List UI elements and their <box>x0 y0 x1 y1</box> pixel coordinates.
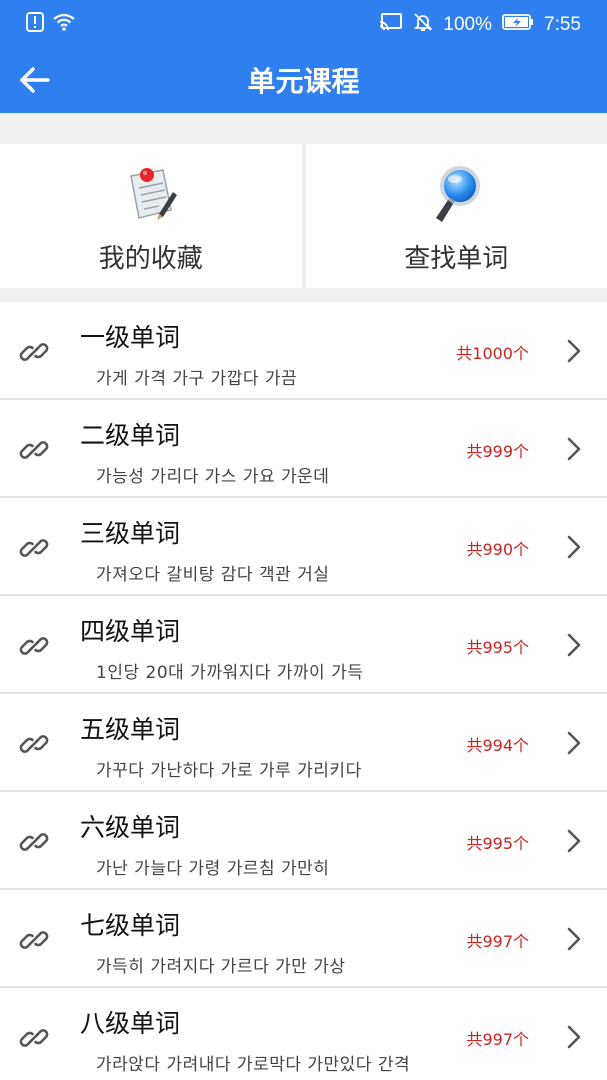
link-icon <box>19 931 49 949</box>
level-row-2[interactable]: 二级单词 가능성 가리다 가스 가요 가운데 共999个 <box>0 400 607 498</box>
clock: 7:55 <box>544 13 581 35</box>
title-bar: 单元课程 <box>0 46 607 113</box>
battery-icon <box>502 13 534 36</box>
level-sample-words: 가져오다 갈비탕 감다 객관 거실 <box>96 565 330 585</box>
level-word-count: 共995个 <box>466 834 529 853</box>
chevron-right-icon <box>567 1025 581 1049</box>
chevron-right-icon <box>567 829 581 853</box>
favorites-button[interactable]: 我的收藏 <box>0 144 302 288</box>
chevron-right-icon <box>567 437 581 461</box>
level-row-8[interactable]: 八级单词 가라앉다 가려내다 가로막다 가만있다 간격 共997个 <box>0 988 607 1080</box>
level-row-7[interactable]: 七级单词 가득히 가려지다 가르다 가만 가상 共997个 <box>0 890 607 988</box>
quick-actions: 我的收藏 查找单词 <box>0 144 607 288</box>
link-icon <box>19 1029 49 1047</box>
battery-percent: 100% <box>443 13 493 35</box>
app-header: 100% 7:55 单元课程 <box>0 0 607 113</box>
magnifier-icon <box>424 162 488 226</box>
status-bar: 100% 7:55 <box>0 0 607 46</box>
link-icon <box>19 441 49 459</box>
document-pin-icon <box>119 162 183 226</box>
level-title: 一级单词 <box>80 323 181 352</box>
alert-icon <box>26 12 44 37</box>
level-word-count: 共1000个 <box>456 344 529 363</box>
level-title: 七级单词 <box>80 911 181 940</box>
level-word-count: 共997个 <box>466 932 529 951</box>
chevron-right-icon <box>567 927 581 951</box>
link-icon <box>19 343 49 361</box>
search-words-button[interactable]: 查找单词 <box>305 144 607 288</box>
level-sample-words: 가꾸다 가난하다 가로 가루 가리키다 <box>96 761 362 781</box>
level-sample-words: 1인당 20대 가까워지다 가까이 가득 <box>96 663 364 683</box>
page-title: 单元课程 <box>247 65 360 98</box>
level-title: 四级单词 <box>80 617 181 646</box>
level-word-count: 共999个 <box>466 442 529 461</box>
link-icon <box>19 637 49 655</box>
chevron-right-icon <box>567 339 581 363</box>
chevron-right-icon <box>567 731 581 755</box>
level-word-count: 共997个 <box>466 1030 529 1049</box>
level-word-count: 共995个 <box>466 638 529 657</box>
level-title: 八级单词 <box>80 1009 181 1038</box>
level-sample-words: 가게 가격 가구 가깝다 가끔 <box>96 369 298 389</box>
level-word-count: 共990个 <box>466 540 529 559</box>
chevron-right-icon <box>567 535 581 559</box>
bell-muted-icon <box>413 12 433 37</box>
level-row-6[interactable]: 六级单词 가난 가늘다 가령 가르침 가만히 共995个 <box>0 792 607 890</box>
level-sample-words: 가득히 가려지다 가르다 가만 가상 <box>96 957 346 977</box>
link-icon <box>19 833 49 851</box>
level-sample-words: 가난 가늘다 가령 가르침 가만히 <box>96 859 330 879</box>
level-row-5[interactable]: 五级单词 가꾸다 가난하다 가로 가루 가리키다 共994个 <box>0 694 607 792</box>
level-title: 二级单词 <box>80 421 181 450</box>
cast-icon <box>379 12 403 37</box>
wifi-icon <box>52 12 76 37</box>
favorites-label: 我的收藏 <box>98 244 203 274</box>
chevron-right-icon <box>567 633 581 657</box>
level-row-3[interactable]: 三级单词 가져오다 갈비탕 감다 객관 거실 共990个 <box>0 498 607 596</box>
level-title: 六级单词 <box>80 813 181 842</box>
level-row-1[interactable]: 一级单词 가게 가격 가구 가깝다 가끔 共1000个 <box>0 302 607 400</box>
level-title: 五级单词 <box>80 715 181 744</box>
level-sample-words: 가라앉다 가려내다 가로막다 가만있다 간격 <box>96 1055 411 1075</box>
link-icon <box>19 735 49 753</box>
search-words-label: 查找单词 <box>404 244 509 274</box>
level-list: 一级单词 가게 가격 가구 가깝다 가끔 共1000个 二级单词 가능성 가리다… <box>0 302 607 1080</box>
link-icon <box>19 539 49 557</box>
level-sample-words: 가능성 가리다 가스 가요 가운데 <box>96 467 330 487</box>
level-word-count: 共994个 <box>466 736 529 755</box>
level-row-4[interactable]: 四级单词 1인당 20대 가까워지다 가까이 가득 共995个 <box>0 596 607 694</box>
level-title: 三级单词 <box>80 519 181 548</box>
